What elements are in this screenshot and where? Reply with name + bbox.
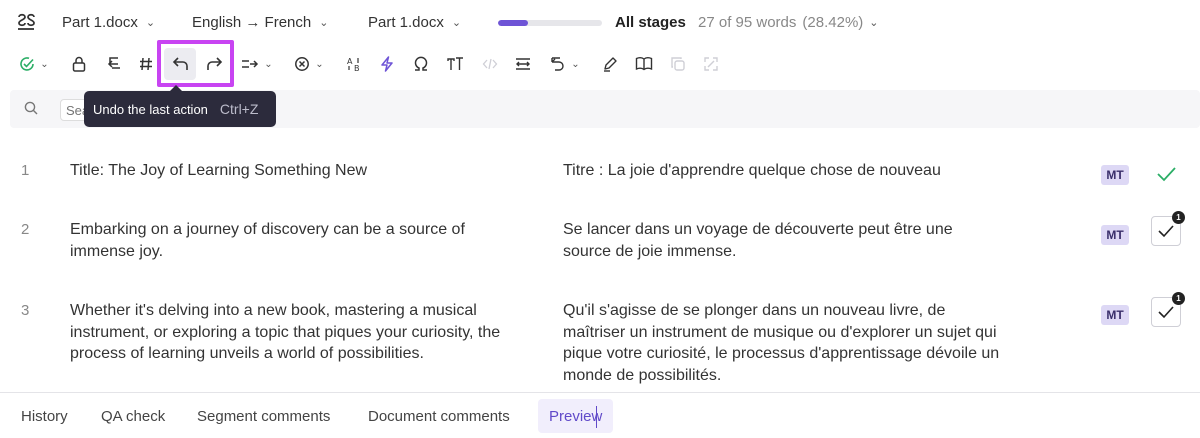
segment-source: Embarking on a journey of discovery can … xyxy=(70,221,465,260)
svg-text:A: A xyxy=(347,57,353,66)
chevron-down-icon: ⌄ xyxy=(571,58,580,70)
clear-target-icon xyxy=(107,57,120,69)
copy-source-icon xyxy=(242,60,259,68)
split-icon xyxy=(704,57,718,71)
chevron-down-icon: ⌄ xyxy=(451,17,462,29)
document-name: Part 1.docx xyxy=(62,14,138,31)
segment-source: Title: The Joy of Learning Something New xyxy=(70,162,368,179)
chevron-down-icon: ⌄ xyxy=(315,58,324,70)
revert-icon xyxy=(551,57,564,71)
progress-fill xyxy=(498,20,528,26)
split-segment-button[interactable] xyxy=(700,46,722,82)
tab-history[interactable]: History xyxy=(10,399,79,433)
tooltip-shortcut: Ctrl+Z xyxy=(219,101,259,117)
edit-button[interactable] xyxy=(600,46,620,82)
undo-icon-overlay xyxy=(166,46,196,82)
undo-icon xyxy=(172,57,188,70)
tag-icon xyxy=(482,58,498,70)
segment-target[interactable]: Se lancer dans un voyage de découverte p… xyxy=(563,219,1003,262)
omega-icon xyxy=(414,56,428,71)
copy-button[interactable] xyxy=(667,46,689,82)
svg-text:B: B xyxy=(354,64,360,72)
chevron-down-icon: ⌄ xyxy=(145,17,156,29)
undo-tooltip: Undo the last action Ctrl+Z xyxy=(84,85,276,127)
tab-qa-check[interactable]: QA check xyxy=(90,399,176,433)
confirm-segment-button[interactable]: 1 xyxy=(1151,211,1185,246)
hash-icon xyxy=(140,57,152,71)
lock-button[interactable] xyxy=(68,46,90,82)
lightning-icon xyxy=(381,56,393,72)
file-name: Part 1.docx xyxy=(368,14,444,31)
segment-source: Whether it's delving into a new book, ma… xyxy=(70,302,501,362)
language-pair: English → French xyxy=(192,14,312,31)
hash-button[interactable] xyxy=(136,46,156,82)
chevron-down-icon: ⌄ xyxy=(319,17,329,29)
document-selector[interactable]: Part 1.docx ⌄ xyxy=(62,14,155,31)
book-icon xyxy=(635,57,653,71)
machine-translate-button[interactable] xyxy=(377,46,397,82)
mt-badge: MT xyxy=(1101,225,1129,245)
clear-icon xyxy=(295,57,310,71)
chevron-down-icon: ⌄ xyxy=(264,58,273,70)
tooltip-arrow xyxy=(170,85,182,91)
case-icon: A B xyxy=(347,57,360,72)
word-count: 27 of 95 words xyxy=(698,14,797,31)
check-icon xyxy=(1158,306,1174,319)
join-segments-button[interactable] xyxy=(512,46,534,82)
app-logo-icon[interactable] xyxy=(16,12,36,34)
word-count-selector[interactable]: 27 of 95 words (28.42%) ⌄ xyxy=(698,14,879,31)
segment-number: 3 xyxy=(21,302,30,319)
notification-badge: 1 xyxy=(1172,292,1185,305)
tab-preview[interactable]: Preview xyxy=(538,399,614,433)
copy-source-dropdown[interactable]: ⌄ xyxy=(239,46,275,82)
file-selector[interactable]: Part 1.docx ⌄ xyxy=(368,14,461,31)
word-percent: (28.42%) xyxy=(802,14,864,31)
tags-button[interactable] xyxy=(480,46,500,82)
edit-pen-icon xyxy=(604,57,617,72)
special-characters-button[interactable] xyxy=(411,46,431,82)
chevron-down-icon: ⌄ xyxy=(40,58,49,70)
segment-number: 2 xyxy=(21,221,30,238)
mt-badge: MT xyxy=(1101,305,1129,325)
clear-dropdown[interactable]: ⌄ xyxy=(291,46,327,82)
tab-document-comments[interactable]: Document comments xyxy=(357,399,521,433)
confirm-segment-button[interactable]: 1 xyxy=(1151,292,1185,327)
text-format-button[interactable] xyxy=(445,46,467,82)
search-icon xyxy=(24,101,38,115)
bottom-panel-tabs: History QA check Segment comments Docume… xyxy=(0,392,1200,438)
tab-segment-comments[interactable]: Segment comments xyxy=(186,399,341,433)
confirm-icon xyxy=(20,57,35,71)
chevron-down-icon: ⌄ xyxy=(869,17,879,29)
lock-icon xyxy=(72,56,86,72)
check-icon xyxy=(1158,225,1174,238)
join-icon xyxy=(516,58,530,70)
language-pair-selector[interactable]: English → French ⌄ xyxy=(192,14,328,31)
tooltip-label: Undo the last action xyxy=(93,101,208,117)
text-format-icon xyxy=(447,57,463,70)
copy-icon xyxy=(671,57,685,71)
clear-target-button[interactable] xyxy=(103,46,125,82)
revert-dropdown[interactable]: ⌄ xyxy=(547,46,583,82)
confirmed-check-icon[interactable] xyxy=(1155,164,1177,184)
notification-badge: 1 xyxy=(1172,211,1185,224)
segment-number: 1 xyxy=(21,162,30,179)
confirm-dropdown-button[interactable]: ⌄ xyxy=(16,46,52,82)
text-cursor xyxy=(596,406,597,428)
glossary-button[interactable] xyxy=(633,46,655,82)
segment-target[interactable]: Titre : La joie d'apprendre quelque chos… xyxy=(563,160,1003,182)
stage-label[interactable]: All stages xyxy=(615,14,686,31)
segment-target[interactable]: Qu'il s'agisse de se plonger dans un nou… xyxy=(563,300,1003,386)
change-case-button[interactable]: A B xyxy=(343,46,365,82)
mt-badge: MT xyxy=(1101,165,1129,185)
progress-bar xyxy=(498,20,602,26)
